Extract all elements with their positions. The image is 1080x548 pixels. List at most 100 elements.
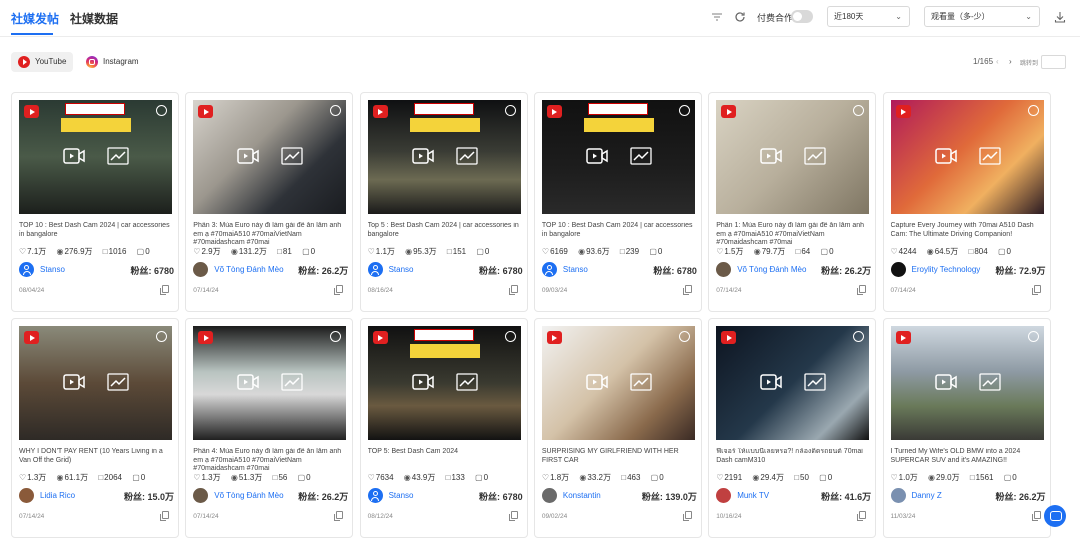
select-circle-icon[interactable] (504, 331, 516, 342)
copy-icon[interactable] (1031, 511, 1041, 521)
author-name[interactable]: Stanso (389, 265, 414, 274)
post-card[interactable]: SURPRISING MY GIRLFRIEND WITH HER FIRST … (533, 318, 702, 538)
post-card[interactable]: Phần 1: Mùa Euro này đi làm gái để ăn lắ… (708, 92, 877, 312)
post-card[interactable]: I Turned My Wife's OLD BMW into a 2024 S… (882, 318, 1051, 538)
copy-icon[interactable] (160, 285, 169, 295)
trend-chart-icon[interactable] (455, 147, 478, 165)
video-thumbnail[interactable] (367, 100, 521, 214)
select-circle-icon[interactable] (853, 105, 865, 116)
play-video-icon[interactable] (934, 147, 957, 165)
trend-chart-icon[interactable] (978, 373, 1001, 391)
avatar[interactable] (193, 262, 209, 277)
select-circle-icon[interactable] (330, 331, 342, 342)
trend-chart-icon[interactable] (804, 373, 826, 391)
avatar[interactable] (193, 488, 209, 503)
trend-chart-icon[interactable] (455, 373, 478, 391)
post-title[interactable]: I Turned My Wife's OLD BMW into a 2024 S… (891, 448, 1046, 470)
refresh-icon[interactable] (734, 11, 746, 23)
post-card[interactable]: Capture Every Journey with 70mai A510 Da… (882, 92, 1051, 312)
tab-social-data[interactable]: 社媒数据 (70, 10, 118, 27)
post-card[interactable]: TOP 5: Best Dash Cam 2024 ♡7634 ◉43.9万 □… (359, 318, 528, 538)
play-video-icon[interactable] (760, 147, 782, 165)
post-title[interactable]: Phần 3: Mùa Euro này đi làm gái để ăn lắ… (193, 222, 348, 244)
post-title[interactable]: Phần 1: Mùa Euro này đi làm gái để ăn lắ… (716, 222, 871, 244)
play-video-icon[interactable] (411, 147, 434, 165)
platform-instagram[interactable]: Instagram (79, 52, 145, 72)
play-video-icon[interactable] (237, 147, 260, 165)
author-name[interactable]: Munk TV (737, 491, 769, 500)
author-name[interactable]: Konstantin (563, 491, 601, 500)
select-circle-icon[interactable] (1027, 331, 1039, 342)
post-title[interactable]: Phần 4: Mùa Euro này đi làm gái để ăn lắ… (193, 448, 348, 470)
play-video-icon[interactable] (934, 373, 957, 391)
select-circle-icon[interactable] (156, 105, 167, 116)
post-title[interactable]: TOP 5: Best Dash Cam 2024 (368, 448, 523, 470)
trend-chart-icon[interactable] (107, 147, 129, 165)
tab-social-posts[interactable]: 社媒发帖 (11, 10, 59, 27)
video-thumbnail[interactable] (541, 326, 695, 440)
author-name[interactable]: Eroylity Technology (912, 265, 981, 274)
video-thumbnail[interactable] (19, 326, 172, 440)
avatar[interactable] (367, 488, 383, 503)
select-circle-icon[interactable] (330, 105, 342, 116)
copy-icon[interactable] (1031, 285, 1041, 295)
video-thumbnail[interactable] (19, 100, 172, 214)
copy-icon[interactable] (857, 511, 867, 521)
author-name[interactable]: Stanso (563, 265, 588, 274)
video-thumbnail[interactable] (193, 326, 347, 440)
post-card[interactable]: Top 5 : Best Dash Cam 2024 | car accesso… (359, 92, 528, 312)
select-circle-icon[interactable] (678, 331, 690, 342)
time-range-select[interactable]: 近180天 ⌄ (827, 6, 910, 27)
sort-select[interactable]: 观看量（多-少） ⌄ (924, 6, 1040, 27)
play-video-icon[interactable] (63, 147, 85, 165)
post-title[interactable]: WHY I DON'T PAY RENT (10 Years Living in… (19, 448, 174, 470)
post-title[interactable]: TOP 10 : Best Dash Cam 2024 | car access… (542, 222, 697, 244)
avatar[interactable] (716, 262, 732, 277)
avatar[interactable] (19, 262, 34, 277)
trend-chart-icon[interactable] (281, 147, 303, 165)
play-video-icon[interactable] (411, 373, 434, 391)
video-thumbnail[interactable] (890, 326, 1044, 440)
trend-chart-icon[interactable] (804, 147, 826, 165)
post-card[interactable]: WHY I DON'T PAY RENT (10 Years Living in… (11, 318, 179, 538)
post-title[interactable]: ฟีเจอร์ ให้เเบบนี้เลยหรอ?! กล้องติดรถยนต… (716, 448, 871, 470)
play-video-icon[interactable] (586, 373, 608, 391)
author-name[interactable]: Stanso (389, 491, 414, 500)
post-title[interactable]: TOP 10 : Best Dash Cam 2024 | car access… (19, 222, 174, 244)
post-card[interactable]: TOP 10 : Best Dash Cam 2024 | car access… (533, 92, 702, 312)
video-thumbnail[interactable] (890, 100, 1044, 214)
video-thumbnail[interactable] (193, 100, 347, 214)
video-thumbnail[interactable] (367, 326, 521, 440)
play-video-icon[interactable] (586, 147, 608, 165)
copy-icon[interactable] (682, 511, 692, 521)
trend-chart-icon[interactable] (281, 373, 303, 391)
post-card[interactable]: Phần 4: Mùa Euro này đi làm gái để ăn lắ… (185, 318, 354, 538)
play-video-icon[interactable] (237, 373, 260, 391)
copy-icon[interactable] (857, 285, 867, 295)
author-name[interactable]: Võ Tòng Đánh Mèo (737, 265, 806, 274)
post-card[interactable]: TOP 10 : Best Dash Cam 2024 | car access… (11, 92, 179, 312)
post-card[interactable]: Phần 3: Mùa Euro này đi làm gái để ăn lắ… (185, 92, 354, 312)
chat-support-button[interactable] (1044, 505, 1066, 527)
avatar[interactable] (716, 488, 732, 503)
paid-collab-toggle[interactable] (791, 10, 813, 23)
download-icon[interactable] (1054, 11, 1066, 23)
select-circle-icon[interactable] (853, 331, 865, 342)
select-circle-icon[interactable] (678, 105, 690, 116)
avatar[interactable] (541, 488, 557, 503)
avatar[interactable] (19, 488, 34, 503)
select-circle-icon[interactable] (504, 105, 516, 116)
trend-chart-icon[interactable] (978, 147, 1001, 165)
avatar[interactable] (541, 262, 557, 277)
avatar[interactable] (890, 262, 906, 277)
author-name[interactable]: Danny Z (912, 491, 942, 500)
page-jump-input[interactable] (1041, 55, 1066, 69)
copy-icon[interactable] (334, 511, 344, 521)
video-thumbnail[interactable] (716, 100, 870, 214)
video-thumbnail[interactable] (716, 326, 870, 440)
avatar[interactable] (890, 488, 906, 503)
trend-chart-icon[interactable] (630, 147, 652, 165)
post-title[interactable]: Top 5 : Best Dash Cam 2024 | car accesso… (368, 222, 523, 244)
select-circle-icon[interactable] (1027, 105, 1039, 116)
play-video-icon[interactable] (63, 373, 85, 391)
